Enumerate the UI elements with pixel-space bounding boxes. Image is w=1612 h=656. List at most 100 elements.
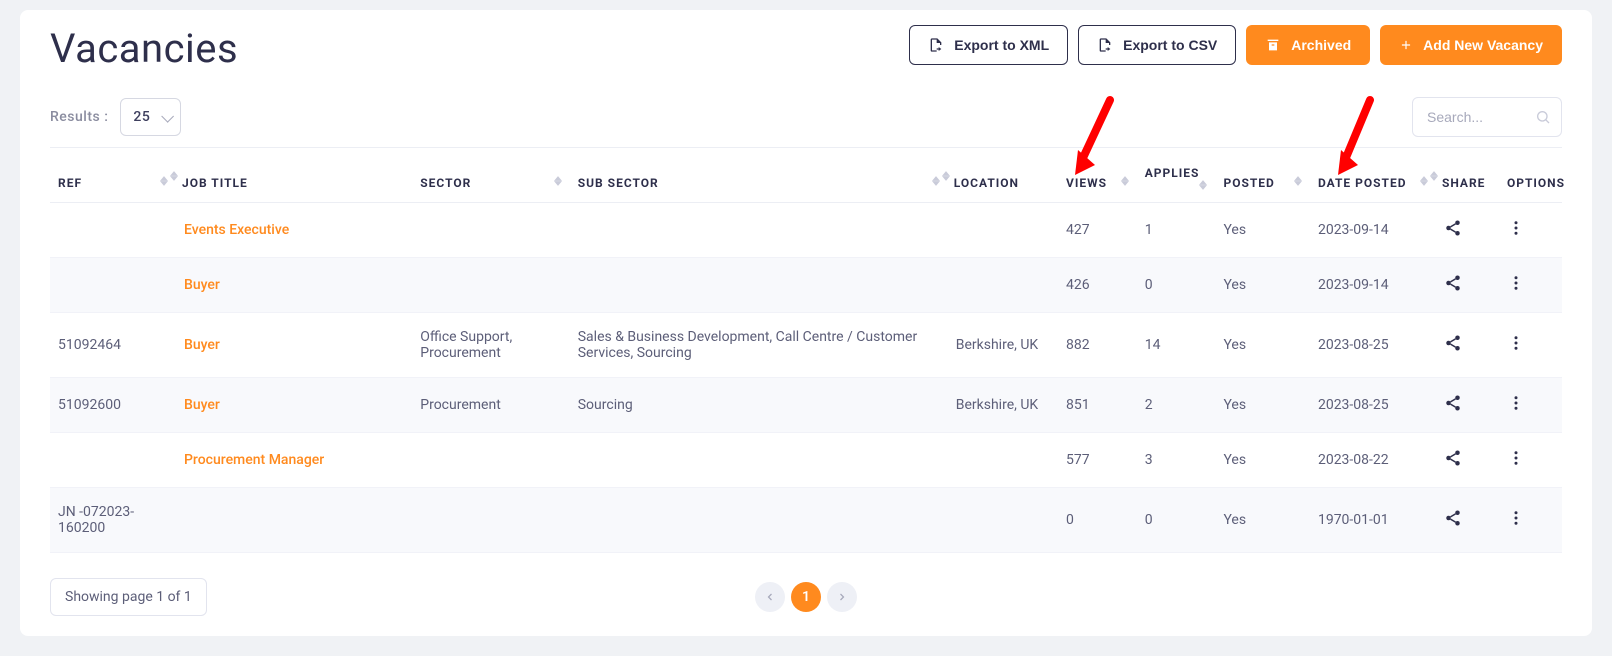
page-number-button[interactable]: 1	[791, 582, 821, 612]
col-views[interactable]: VIEWS	[1058, 148, 1137, 203]
cell-title	[176, 488, 412, 553]
job-title-link[interactable]: Events Executive	[184, 222, 289, 238]
cell-sector	[412, 258, 569, 313]
options-icon[interactable]	[1507, 280, 1525, 296]
plus-icon	[1399, 38, 1413, 52]
col-label: JOB TITLE	[182, 176, 248, 190]
cell-applies: 1	[1137, 203, 1216, 258]
export-csv-button[interactable]: Export to CSV	[1078, 25, 1236, 65]
search-icon	[1535, 109, 1551, 125]
cell-location	[948, 433, 1058, 488]
col-applies[interactable]: APPLIES	[1137, 148, 1216, 203]
col-label: POSTED	[1223, 176, 1274, 190]
cell-sector	[412, 433, 569, 488]
archive-icon	[1265, 37, 1281, 53]
share-icon[interactable]	[1444, 225, 1462, 241]
pager: 1	[755, 582, 857, 612]
col-share: SHARE	[1436, 148, 1499, 203]
cell-title: Procurement Manager	[176, 433, 412, 488]
share-icon[interactable]	[1444, 400, 1462, 416]
button-label: Add New Vacancy	[1423, 37, 1543, 53]
share-icon[interactable]	[1444, 280, 1462, 296]
search-input[interactable]	[1425, 108, 1529, 126]
cell-views: 577	[1058, 433, 1137, 488]
cell-ref: 51092600	[50, 378, 176, 433]
vacancies-table: REF JOB TITLE SECTOR SUB SECTOR LOCATION…	[50, 148, 1562, 553]
cell-posted: Yes	[1215, 203, 1310, 258]
cell-posted: Yes	[1215, 313, 1310, 378]
cell-options	[1499, 203, 1562, 258]
page-title: Vacancies	[50, 25, 238, 72]
cell-options	[1499, 488, 1562, 553]
col-label: SUB SECTOR	[578, 176, 659, 190]
cell-title: Buyer	[176, 313, 412, 378]
search-box[interactable]	[1412, 97, 1562, 137]
cell-date: 2023-08-22	[1310, 433, 1436, 488]
button-label: Export to CSV	[1123, 37, 1217, 53]
job-title-link[interactable]: Procurement Manager	[184, 452, 324, 468]
cell-options	[1499, 378, 1562, 433]
cell-date: 2023-08-25	[1310, 313, 1436, 378]
share-icon[interactable]	[1444, 455, 1462, 471]
next-page-button[interactable]	[827, 582, 857, 612]
col-ref[interactable]: REF	[50, 148, 176, 203]
file-export-icon	[928, 37, 944, 53]
cell-sector: Procurement	[412, 378, 569, 433]
options-icon[interactable]	[1507, 225, 1525, 241]
options-icon[interactable]	[1507, 400, 1525, 416]
cell-posted: Yes	[1215, 488, 1310, 553]
col-sub-sector[interactable]: SUB SECTOR	[570, 148, 948, 203]
cell-share	[1436, 313, 1499, 378]
share-icon[interactable]	[1444, 340, 1462, 356]
results-value: 25	[133, 109, 150, 125]
col-date-posted[interactable]: DATE POSTED	[1310, 148, 1436, 203]
job-title-link[interactable]: Buyer	[184, 397, 220, 413]
cell-title: Buyer	[176, 258, 412, 313]
options-icon[interactable]	[1507, 340, 1525, 356]
options-icon[interactable]	[1507, 515, 1525, 531]
export-xml-button[interactable]: Export to XML	[909, 25, 1068, 65]
cell-share	[1436, 488, 1499, 553]
cell-sector: Office Support, Procurement	[412, 313, 569, 378]
table-row: Events Executive4271Yes2023-09-14	[50, 203, 1562, 258]
sort-icon	[1199, 180, 1207, 190]
table-footer: Showing page 1 of 1 1	[20, 553, 1592, 616]
job-title-link[interactable]: Buyer	[184, 277, 220, 293]
table-row: 51092464BuyerOffice Support, Procurement…	[50, 313, 1562, 378]
cell-posted: Yes	[1215, 378, 1310, 433]
col-job-title[interactable]: JOB TITLE	[176, 148, 412, 203]
cell-sub-sector	[570, 203, 948, 258]
cell-applies: 2	[1137, 378, 1216, 433]
sort-icon	[1294, 176, 1302, 186]
cell-title: Buyer	[176, 378, 412, 433]
col-label: OPTIONS	[1507, 176, 1565, 190]
sort-icon	[932, 176, 940, 186]
col-location[interactable]: LOCATION	[948, 148, 1058, 203]
cell-ref	[50, 258, 176, 313]
archived-button[interactable]: Archived	[1246, 25, 1370, 65]
cell-views: 882	[1058, 313, 1137, 378]
cell-location: Berkshire, UK	[948, 313, 1058, 378]
prev-page-button[interactable]	[755, 582, 785, 612]
col-sector[interactable]: SECTOR	[412, 148, 569, 203]
cell-sector	[412, 203, 569, 258]
share-icon[interactable]	[1444, 515, 1462, 531]
cell-posted: Yes	[1215, 258, 1310, 313]
cell-sub-sector	[570, 433, 948, 488]
col-label: VIEWS	[1066, 176, 1107, 190]
cell-location: Berkshire, UK	[948, 378, 1058, 433]
col-label: APPLIES	[1145, 166, 1200, 180]
sort-icon	[554, 176, 562, 186]
add-vacancy-button[interactable]: Add New Vacancy	[1380, 25, 1562, 65]
page-info: Showing page 1 of 1	[50, 578, 207, 616]
cell-share	[1436, 258, 1499, 313]
sort-icon	[1121, 176, 1129, 186]
job-title-link[interactable]: Buyer	[184, 337, 220, 353]
header: Vacancies Export to XML Export to CSV Ar…	[20, 10, 1592, 72]
results-select[interactable]: 25	[120, 98, 181, 136]
col-posted[interactable]: POSTED	[1215, 148, 1310, 203]
cell-share	[1436, 203, 1499, 258]
table-row: 51092600BuyerProcurementSourcingBerkshir…	[50, 378, 1562, 433]
options-icon[interactable]	[1507, 455, 1525, 471]
cell-location	[948, 203, 1058, 258]
